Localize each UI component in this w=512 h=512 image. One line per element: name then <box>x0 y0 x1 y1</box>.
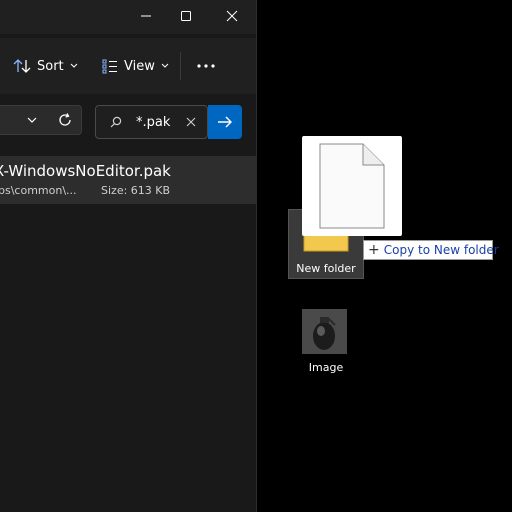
more-options-button[interactable] <box>196 56 216 76</box>
drag-file-ghost <box>302 136 402 236</box>
close-button[interactable] <box>212 4 252 28</box>
file-size: Size: 613 KB <box>101 184 171 197</box>
drag-tooltip: + Copy to New folder <box>363 240 499 260</box>
view-label: View <box>124 58 155 74</box>
sort-label: Sort <box>37 58 64 74</box>
arrow-right-icon <box>218 116 232 128</box>
toolbar-divider <box>180 52 181 80</box>
search-box[interactable] <box>95 105 208 139</box>
search-go-button[interactable] <box>208 105 242 139</box>
minimize-button[interactable] <box>126 4 166 28</box>
plus-icon: + <box>368 242 380 258</box>
view-icon <box>102 59 117 74</box>
new-folder-label: New folder <box>296 262 356 275</box>
refresh-button[interactable] <box>58 112 72 131</box>
refresh-icon <box>59 113 71 126</box>
title-bar <box>0 0 256 34</box>
maximize-icon <box>181 11 191 21</box>
sort-button[interactable]: Sort <box>13 56 78 76</box>
chevron-down-icon <box>161 63 169 68</box>
image-desktop-item[interactable] <box>302 309 347 354</box>
clear-icon[interactable] <box>186 117 196 127</box>
chevron-down-icon <box>27 117 37 123</box>
search-input[interactable] <box>136 113 182 131</box>
file-name: X-WindowsNoEditor.pak <box>0 162 171 180</box>
search-result-row[interactable]: X-WindowsNoEditor.pak ps\common\... Size… <box>0 156 256 204</box>
sort-icon <box>13 59 31 73</box>
drag-tooltip-text: Copy to New folder <box>383 243 499 257</box>
search-icon <box>110 116 122 128</box>
file-icon <box>319 143 385 229</box>
chevron-down-icon <box>70 63 78 68</box>
view-button[interactable]: View <box>102 56 169 76</box>
more-icon <box>197 64 215 68</box>
close-icon <box>226 10 238 22</box>
command-bar: Sort View <box>0 38 256 94</box>
file-explorer-window: Sort View *.pak X-WindowsNoEditor.pak ps… <box>0 0 257 512</box>
minimize-icon <box>141 15 151 17</box>
maximize-button[interactable] <box>166 4 206 28</box>
file-path: ps\common\... <box>0 184 77 197</box>
grenade-image-icon <box>302 309 347 354</box>
image-label: Image <box>308 361 344 374</box>
